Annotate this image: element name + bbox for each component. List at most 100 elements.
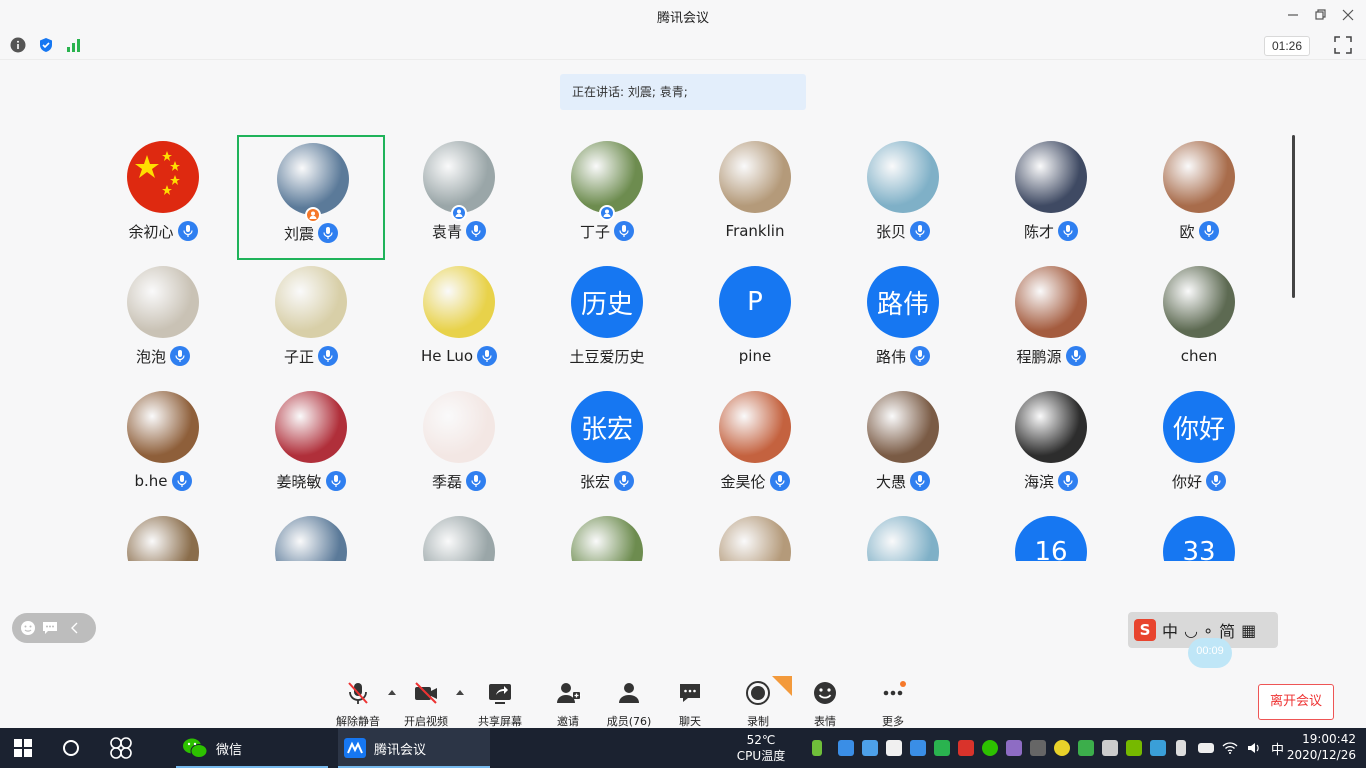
tray-app-icon-4[interactable] — [910, 740, 926, 756]
more-button[interactable]: 更多 — [858, 680, 928, 728]
power-tray-icon[interactable] — [1198, 743, 1214, 753]
participant-tile[interactable]: 泡泡 — [89, 260, 237, 385]
participant-initials-avatar: 33 — [1163, 516, 1235, 561]
chat-button[interactable]: 聊天 — [655, 680, 725, 728]
minimize-icon — [1288, 14, 1298, 16]
floating-timer[interactable]: 00:09 — [1188, 638, 1232, 668]
participant-tile[interactable] — [237, 510, 385, 561]
shield-icon[interactable] — [38, 37, 54, 53]
participant-tile[interactable]: 历史 土豆爱历史 — [533, 260, 681, 385]
participant-tile[interactable] — [89, 510, 237, 561]
video-options-caret[interactable] — [456, 690, 464, 695]
participant-tile[interactable]: 姜晓敏 — [237, 385, 385, 510]
participant-tile[interactable]: 路伟 路伟 — [829, 260, 977, 385]
search-button[interactable] — [62, 728, 80, 768]
emoji-button[interactable]: 表情 — [790, 680, 860, 728]
battery-tray-icon[interactable] — [812, 740, 822, 756]
system-clock[interactable]: 19:00:42 2020/12/26 — [1287, 731, 1356, 763]
participant-name-line: 姜晓敏 — [237, 470, 385, 492]
participant-photo-avatar — [719, 516, 791, 561]
participant-tile[interactable]: 你好 你好 — [1125, 385, 1273, 510]
host-badge-icon — [305, 207, 321, 223]
participant-tile[interactable]: 陈才 — [977, 135, 1125, 260]
participant-tile[interactable] — [533, 510, 681, 561]
tray-nvidia-icon[interactable] — [1126, 740, 1142, 756]
participant-tile[interactable]: 欧 — [1125, 135, 1273, 260]
tray-app-icon-11[interactable] — [1150, 740, 1166, 756]
tray-app-icon-6[interactable] — [958, 740, 974, 756]
close-button[interactable] — [1337, 5, 1359, 25]
participant-tile[interactable]: 大愚 — [829, 385, 977, 510]
participant-tile[interactable]: 程鹏源 — [977, 260, 1125, 385]
participant-tile[interactable]: 金昊伦 — [681, 385, 829, 510]
mic-icon — [325, 471, 346, 491]
smile-icon[interactable] — [20, 620, 36, 636]
info-icon[interactable] — [10, 37, 26, 53]
tray-app-icon-3[interactable] — [886, 740, 902, 756]
participant-tile[interactable]: 张贝 — [829, 135, 977, 260]
participant-photo-avatar — [719, 141, 791, 213]
participant-tile[interactable]: 季磊 — [385, 385, 533, 510]
invite-button[interactable]: 邀请 — [533, 680, 603, 728]
participant-name-line: 张贝 — [829, 220, 977, 242]
members-button[interactable]: 成员(76) — [594, 680, 664, 728]
add-user-icon — [557, 683, 581, 703]
participant-tile[interactable]: 余初心 — [89, 135, 237, 260]
participant-tile[interactable] — [385, 510, 533, 561]
input-language-indicator[interactable]: 中 — [1271, 739, 1284, 758]
tray-shield-icon[interactable] — [1078, 740, 1094, 756]
participant-tile[interactable]: 海滨 — [977, 385, 1125, 510]
tray-app-icon-8[interactable] — [1030, 740, 1046, 756]
participant-tile[interactable]: He Luo — [385, 260, 533, 385]
participant-tile[interactable]: 张宏 张宏 — [533, 385, 681, 510]
chevron-left-icon[interactable] — [68, 620, 82, 636]
tray-app-icon-1[interactable] — [838, 740, 854, 756]
participant-tile[interactable] — [829, 510, 977, 561]
ime-mode[interactable]: 中 — [1162, 618, 1178, 642]
minimize-button[interactable] — [1282, 5, 1304, 25]
keyboard-icon[interactable]: ▦ — [1241, 621, 1256, 640]
restore-button[interactable] — [1310, 5, 1332, 25]
taskbar-app-wechat[interactable]: 微信 — [176, 728, 328, 768]
tray-app-icon-5[interactable] — [934, 740, 950, 756]
tray-app-icon-2[interactable] — [862, 740, 878, 756]
start-button[interactable] — [14, 728, 32, 768]
participant-tile[interactable]: 丁子 — [533, 135, 681, 260]
volume-icon[interactable] — [1246, 740, 1262, 756]
start-video-button[interactable]: 开启视频 — [391, 680, 461, 728]
windows-taskbar: 微信 腾讯会议 52℃ CPU温度 中 19:00:42 2020/12/26 — [0, 728, 1366, 768]
participant-tile[interactable]: 16 — [977, 510, 1125, 561]
reaction-pill[interactable] — [12, 613, 96, 643]
participant-tile[interactable]: 33 — [1125, 510, 1273, 561]
leave-meeting-button[interactable]: 离开会议 — [1258, 684, 1334, 720]
usb-tray-icon[interactable] — [1176, 740, 1186, 756]
tray-app-icon-9[interactable] — [1054, 740, 1070, 756]
participant-photo-avatar — [127, 516, 199, 561]
wifi-icon[interactable] — [1222, 740, 1238, 756]
participant-tile[interactable]: 袁青 — [385, 135, 533, 260]
participant-tile[interactable]: 子正 — [237, 260, 385, 385]
participant-tile[interactable]: 刘震 — [237, 135, 385, 260]
tray-wechat-icon[interactable] — [982, 740, 998, 756]
participant-tile[interactable]: chen — [1125, 260, 1273, 385]
ime-punct-icon[interactable]: ◡ ∘ — [1184, 621, 1213, 640]
unmute-button[interactable]: 解除静音 — [323, 680, 393, 728]
app-launcher-button[interactable] — [110, 728, 132, 768]
mic-icon — [1058, 471, 1078, 491]
fullscreen-icon[interactable] — [1334, 36, 1352, 54]
participant-tile[interactable] — [681, 510, 829, 561]
participant-tile[interactable]: Franklin — [681, 135, 829, 260]
share-screen-button[interactable]: 共享屏幕 — [465, 680, 535, 728]
chat-bubble-icon[interactable] — [42, 620, 58, 636]
mic-icon — [318, 346, 338, 366]
participant-tile[interactable]: Ppine — [681, 260, 829, 385]
taskbar-app-tencent-meeting[interactable]: 腾讯会议 — [338, 728, 490, 768]
participant-name: He Luo — [420, 347, 474, 365]
participant-photo-avatar — [867, 516, 939, 561]
grid-scrollbar[interactable] — [1292, 135, 1295, 298]
participant-tile[interactable]: b.he — [89, 385, 237, 510]
tray-app-icon-10[interactable] — [1102, 740, 1118, 756]
tray-app-icon-7[interactable] — [1006, 740, 1022, 756]
signal-icon[interactable] — [66, 37, 82, 53]
participant-name-line: 大愚 — [829, 470, 977, 492]
